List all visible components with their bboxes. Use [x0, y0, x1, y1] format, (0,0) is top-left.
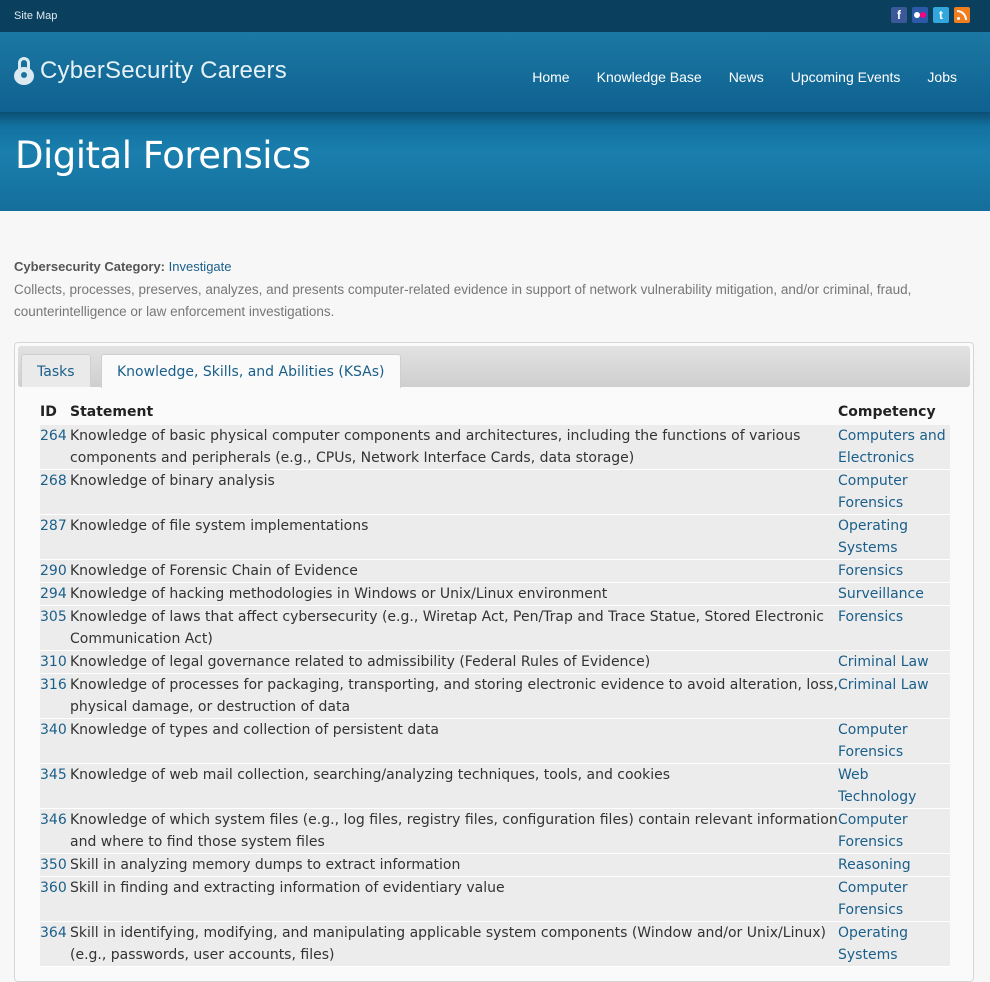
- category-label: Cybersecurity Category:: [14, 259, 165, 274]
- category-link[interactable]: Investigate: [169, 259, 232, 274]
- competency-link[interactable]: Reasoning: [838, 854, 950, 877]
- table-row: 346 Knowledge of which system files (e.g.…: [40, 808, 950, 854]
- ksa-id-link[interactable]: 364: [40, 922, 70, 967]
- competency-link[interactable]: Criminal Law: [838, 651, 950, 674]
- ksa-statement: Knowledge of laws that affect cybersecur…: [70, 609, 824, 647]
- table-row: 287 Knowledge of file system implementati…: [40, 514, 950, 560]
- category-description: Collects, processes, preserves, analyzes…: [14, 282, 912, 319]
- table-row: 310 Knowledge of legal governance related…: [40, 650, 950, 674]
- tabs-panel: Tasks Knowledge, Skills, and Abilities (…: [14, 342, 974, 982]
- ksa-statement: Knowledge of legal governance related to…: [70, 654, 651, 670]
- page-banner: Digital Forensics: [0, 112, 990, 211]
- table-row: 350 Skill in analyzing memory dumps to ex…: [40, 853, 950, 877]
- competency-link[interactable]: Computers and Electronics: [838, 425, 950, 470]
- table-row: 340 Knowledge of types and collection of …: [40, 718, 950, 764]
- ksa-id-link[interactable]: 310: [40, 651, 70, 674]
- ksa-statement: Knowledge of file system implementations: [70, 518, 369, 534]
- ksa-id-link[interactable]: 290: [40, 560, 70, 583]
- competency-link[interactable]: Computer Forensics: [838, 877, 950, 922]
- nav-jobs[interactable]: Jobs: [927, 69, 957, 85]
- ksa-statement: Knowledge of hacking methodologies in Wi…: [70, 586, 608, 602]
- padlock-icon: [14, 57, 34, 85]
- table-header-row: ID Statement Competency: [40, 399, 950, 425]
- ksa-id-link[interactable]: 346: [40, 809, 70, 854]
- rss-icon[interactable]: [954, 7, 970, 23]
- table-row: 264 Knowledge of basic physical computer …: [40, 425, 950, 470]
- competency-link[interactable]: Computer Forensics: [838, 809, 950, 854]
- competency-link[interactable]: Forensics: [838, 560, 950, 583]
- ksa-statement: Knowledge of types and collection of per…: [70, 722, 439, 738]
- ksa-id-link[interactable]: 294: [40, 583, 70, 606]
- competency-link[interactable]: Surveillance: [838, 583, 950, 606]
- tab-tasks[interactable]: Tasks: [21, 354, 91, 387]
- ksa-id-link[interactable]: 287: [40, 515, 70, 560]
- competency-link[interactable]: Computer Forensics: [838, 470, 950, 515]
- table-row: 290 Knowledge of Forensic Chain of Eviden…: [40, 559, 950, 583]
- main-nav: Home Knowledge Base News Upcoming Events…: [532, 69, 957, 85]
- ksa-id-link[interactable]: 345: [40, 764, 70, 809]
- competency-link[interactable]: Forensics: [838, 606, 950, 651]
- ksa-id-link[interactable]: 340: [40, 719, 70, 764]
- ksa-statement: Skill in analyzing memory dumps to extra…: [70, 857, 461, 873]
- site-map-link[interactable]: Site Map: [14, 10, 57, 22]
- nav-upcoming-events[interactable]: Upcoming Events: [791, 69, 901, 85]
- ksa-statement: Skill in identifying, modifying, and man…: [70, 925, 826, 963]
- competency-link[interactable]: Operating Systems: [838, 515, 950, 560]
- ksa-id-link[interactable]: 268: [40, 470, 70, 515]
- top-utility-bar: Site Map f t: [0, 0, 990, 32]
- page-title: Digital Forensics: [15, 134, 311, 177]
- nav-news[interactable]: News: [729, 69, 764, 85]
- ksa-statement: Knowledge of binary analysis: [70, 473, 275, 489]
- ksa-statement: Knowledge of Forensic Chain of Evidence: [70, 563, 358, 579]
- nav-home[interactable]: Home: [532, 69, 569, 85]
- competency-link[interactable]: Criminal Law: [838, 674, 950, 719]
- table-row: 316 Knowledge of processes for packaging,…: [40, 673, 950, 719]
- table-row: 360 Skill in finding and extracting infor…: [40, 876, 950, 922]
- ksa-id-link[interactable]: 350: [40, 854, 70, 877]
- competency-link[interactable]: Web Technology: [838, 764, 950, 809]
- social-links: f t: [891, 7, 970, 23]
- competency-link[interactable]: Operating Systems: [838, 922, 950, 967]
- logo-text: CyberSecurity Careers: [40, 57, 287, 84]
- ksa-statement: Knowledge of processes for packaging, tr…: [70, 677, 838, 715]
- ksa-statement: Knowledge of web mail collection, search…: [70, 767, 671, 783]
- nav-knowledge-base[interactable]: Knowledge Base: [597, 69, 702, 85]
- tab-bar: Tasks Knowledge, Skills, and Abilities (…: [18, 346, 970, 388]
- site-header: CyberSecurity Careers Home Knowledge Bas…: [0, 32, 990, 112]
- competency-column-header: Competency: [838, 404, 936, 420]
- ksa-id-link[interactable]: 264: [40, 425, 70, 470]
- site-logo[interactable]: CyberSecurity Careers: [14, 57, 287, 85]
- ksa-table: ID Statement Competency 264 Knowledge of …: [40, 399, 950, 967]
- table-row: 305 Knowledge of laws that affect cyberse…: [40, 605, 950, 651]
- competency-link[interactable]: Computer Forensics: [838, 719, 950, 764]
- facebook-icon[interactable]: f: [891, 7, 907, 23]
- table-row: 345 Knowledge of web mail collection, sea…: [40, 763, 950, 809]
- ksa-statement: Knowledge of which system files (e.g., l…: [70, 812, 838, 850]
- table-row: 294 Knowledge of hacking methodologies in…: [40, 582, 950, 606]
- table-row: 364 Skill in identifying, modifying, and …: [40, 921, 950, 967]
- category-line: Cybersecurity Category: Investigate: [14, 259, 232, 274]
- ksa-statement: Knowledge of basic physical computer com…: [70, 428, 801, 466]
- id-column-header: ID: [40, 404, 57, 420]
- flickr-icon[interactable]: [912, 7, 928, 23]
- ksa-id-link[interactable]: 316: [40, 674, 70, 719]
- table-row: 268 Knowledge of binary analysis Computer …: [40, 469, 950, 515]
- ksa-id-link[interactable]: 305: [40, 606, 70, 651]
- ksa-statement: Skill in finding and extracting informat…: [70, 880, 505, 896]
- tab-ksas[interactable]: Knowledge, Skills, and Abilities (KSAs): [101, 354, 401, 388]
- ksa-id-link[interactable]: 360: [40, 877, 70, 922]
- statement-column-header: Statement: [70, 404, 154, 420]
- twitter-icon[interactable]: t: [933, 7, 949, 23]
